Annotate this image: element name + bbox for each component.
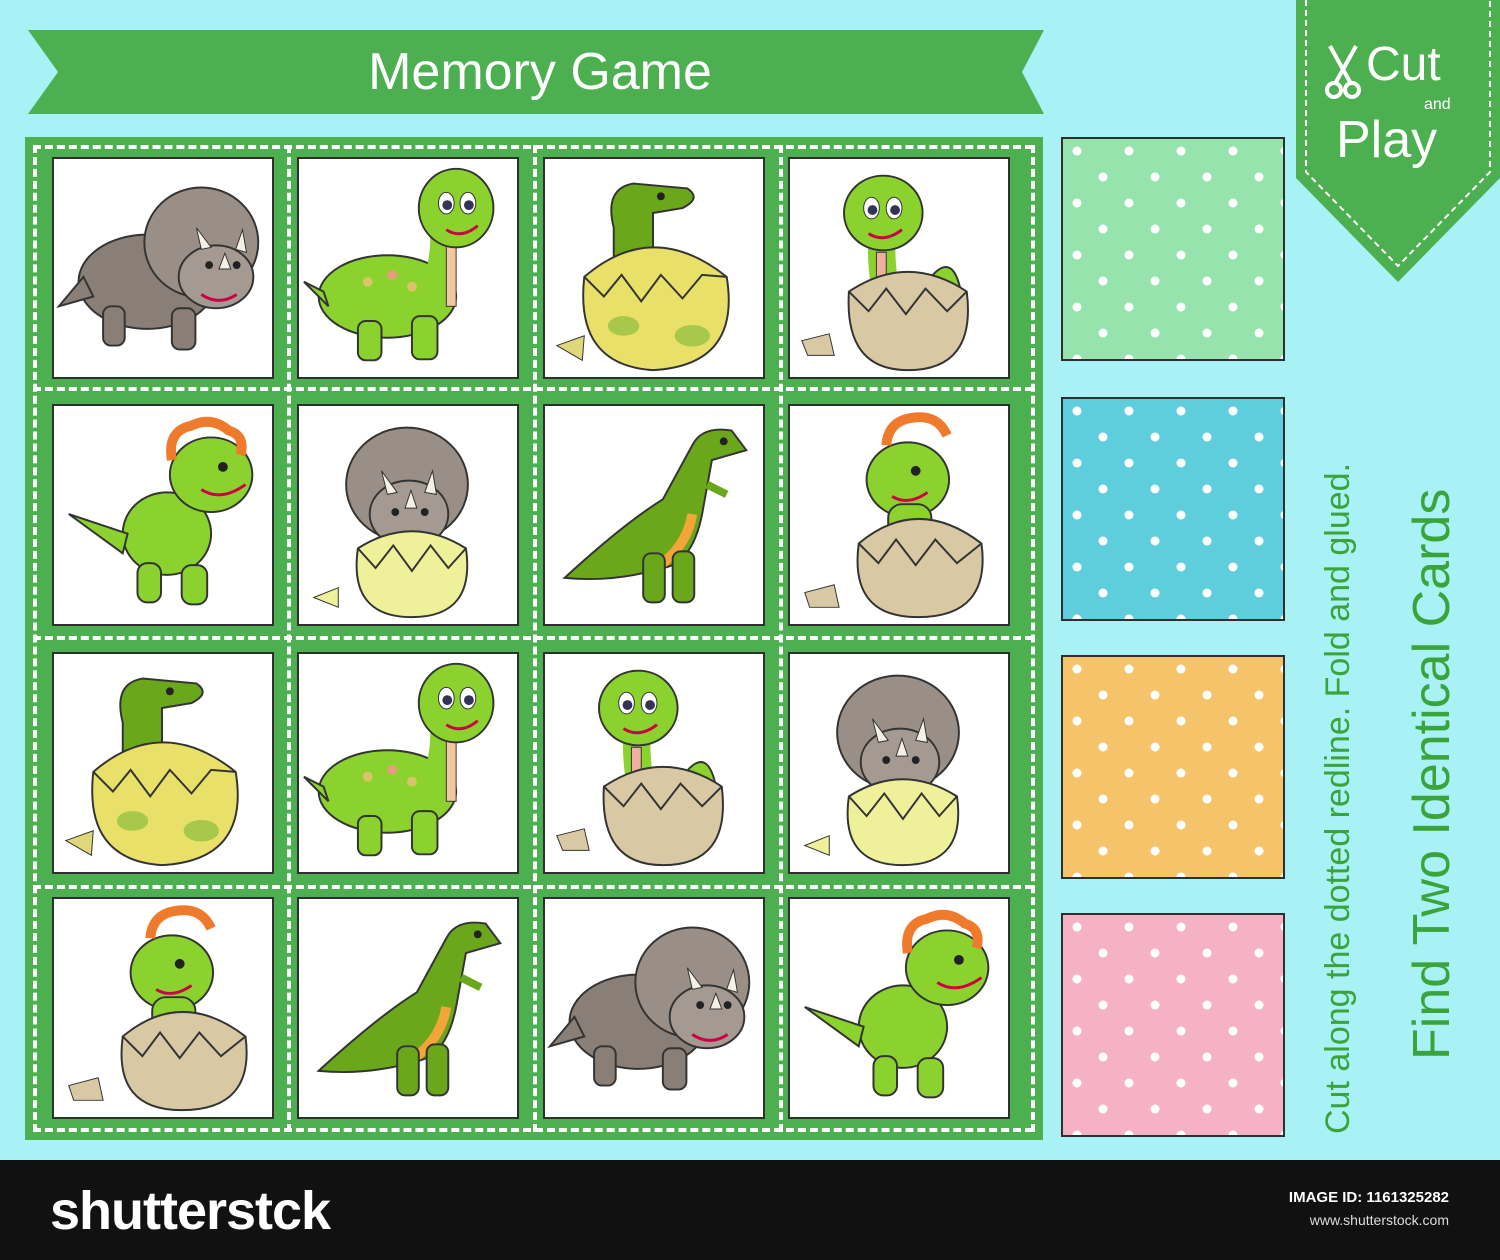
memory-card[interactable] <box>297 157 519 379</box>
baby-dino-in-egg-icon <box>804 412 984 619</box>
memory-card[interactable] <box>297 897 519 1119</box>
memory-card[interactable] <box>52 897 274 1119</box>
shutterstock-logo: shutterstck <box>50 1181 331 1241</box>
memory-card[interactable] <box>52 157 274 379</box>
scissors-icon <box>1325 45 1361 99</box>
memory-card[interactable] <box>788 404 1010 626</box>
memory-card[interactable] <box>52 652 274 874</box>
triceratops-in-egg-icon <box>312 426 469 619</box>
baby-dino-running-icon <box>804 909 990 1099</box>
card-back-green[interactable] <box>1061 137 1285 361</box>
triceratops-in-egg-icon <box>803 674 960 867</box>
memory-card[interactable] <box>543 157 765 379</box>
brontosaurus-icon <box>303 167 495 362</box>
instructions-text: Cut along the dotted redline. Fold and g… <box>1319 462 1357 1134</box>
memory-card[interactable] <box>543 404 765 626</box>
memory-card[interactable] <box>543 897 765 1119</box>
trex-in-yellow-egg-icon <box>64 677 239 867</box>
page-title: Memory Game <box>368 43 712 101</box>
baby-dino-running-icon <box>68 416 254 606</box>
memory-card[interactable] <box>52 404 274 626</box>
footer-url[interactable]: www.shutterstock.com <box>1180 1212 1449 1228</box>
baby-dino-in-egg-icon <box>68 905 248 1112</box>
triceratops-walking-icon <box>56 186 260 351</box>
memory-card[interactable] <box>543 652 765 874</box>
brontosaurus-in-egg-icon <box>801 174 969 372</box>
memory-card[interactable] <box>297 652 519 874</box>
image-id-label: IMAGE ID: 1161325282 <box>1288 1189 1449 1206</box>
triceratops-walking-icon <box>547 926 751 1091</box>
tag-play-label: Play <box>1336 111 1438 169</box>
trex-standing-icon <box>562 428 748 604</box>
headline-text: Find Two Identical Cards <box>1403 488 1461 1060</box>
memory-card[interactable] <box>788 897 1010 1119</box>
memory-card[interactable] <box>297 404 519 626</box>
brontosaurus-in-egg-icon <box>556 669 724 867</box>
card-back-blue[interactable] <box>1061 397 1285 621</box>
card-back-pink[interactable] <box>1061 913 1285 1137</box>
memory-card[interactable] <box>788 157 1010 379</box>
card-back-orange[interactable] <box>1061 655 1285 879</box>
trex-standing-icon <box>316 921 502 1097</box>
tag-cut-label: Cut <box>1366 38 1441 91</box>
memory-card[interactable] <box>788 652 1010 874</box>
brontosaurus-icon <box>303 662 495 857</box>
trex-in-yellow-egg-icon <box>555 182 730 372</box>
